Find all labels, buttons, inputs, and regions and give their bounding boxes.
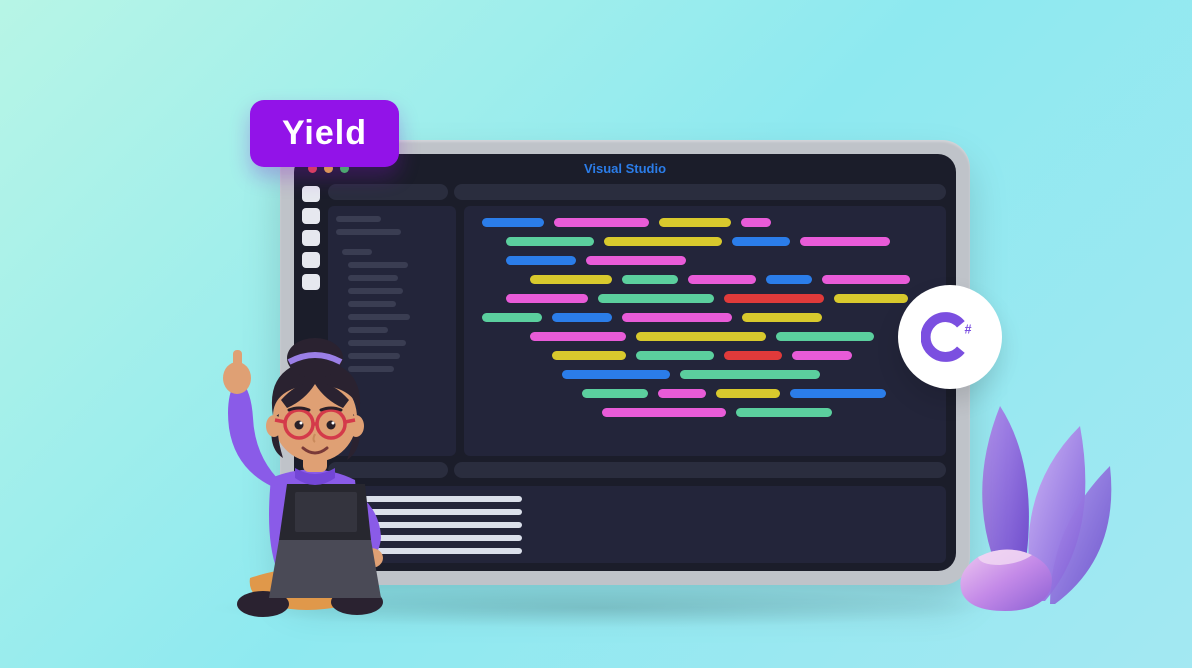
activity-item [302,274,320,290]
activity-item [302,186,320,202]
activity-item [302,252,320,268]
window-title: Visual Studio [584,161,666,176]
tab [454,184,946,200]
tab-bar [328,184,946,200]
svg-text:#: # [965,322,972,336]
developer-character [175,308,435,618]
code-editor [464,206,946,456]
activity-bar [302,186,322,290]
csharp-icon: # [921,308,979,366]
csharp-badge: # [898,285,1002,389]
yield-badge: Yield [250,100,399,167]
tab [328,184,448,200]
decorative-stone [950,543,1060,613]
activity-item [302,208,320,224]
activity-item [302,230,320,246]
panel-tab [454,462,946,478]
